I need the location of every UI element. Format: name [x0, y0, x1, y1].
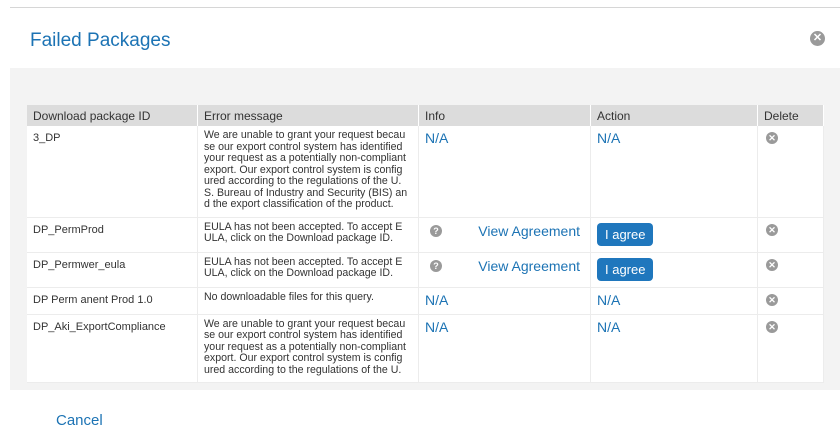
view-agreement-link[interactable]: View Agreement	[478, 258, 580, 274]
action-na: N/A	[597, 291, 621, 308]
col-header-error-message[interactable]: Error message	[198, 105, 419, 126]
package-id[interactable]: DP_Permwer_eula	[27, 252, 198, 288]
dialog-body: Download package ID Error message Info A…	[10, 68, 840, 390]
package-id[interactable]: DP_Aki_ExportCompliance	[27, 314, 198, 383]
package-id[interactable]: 3_DP	[27, 126, 198, 218]
action-na: N/A	[597, 318, 621, 335]
info-na: N/A	[425, 130, 449, 146]
i-agree-button[interactable]: I agree	[597, 222, 654, 246]
action-cell: N/A	[591, 314, 758, 383]
error-message: We are unable to grant your request beca…	[198, 314, 419, 383]
error-message: EULA has not been accepted. To accept E …	[198, 252, 419, 288]
failed-packages-table-wrap[interactable]: Download package ID Error message Info A…	[27, 105, 824, 390]
action-na: N/A	[597, 130, 621, 146]
table-header-row: Download package ID Error message Info A…	[27, 105, 824, 126]
info-cell: ? View Agreement	[419, 252, 591, 288]
i-agree-button[interactable]: I agree	[597, 257, 654, 281]
col-header-delete[interactable]: Delete	[758, 105, 824, 126]
table-row: DP_Permwer_eula EULA has not been accept…	[27, 252, 824, 288]
info-cell: N/A	[419, 314, 591, 383]
info-na: N/A	[425, 318, 449, 335]
question-icon[interactable]: ?	[430, 224, 442, 237]
col-header-package-id[interactable]: Download package ID	[27, 105, 198, 126]
table-row: DP Perm anent Prod 1.0 No downloadable f…	[27, 287, 824, 315]
action-cell: I agree	[591, 217, 758, 253]
delete-cell: ✕	[758, 126, 824, 218]
action-cell: N/A	[591, 287, 758, 315]
delete-cell: ✕	[758, 217, 824, 253]
delete-cell: ✕	[758, 287, 824, 315]
cancel-button[interactable]: Cancel	[56, 412, 103, 429]
dialog-top-border	[10, 7, 840, 8]
package-id[interactable]: DP Perm anent Prod 1.0	[27, 287, 198, 315]
dialog-title: Failed Packages	[30, 30, 171, 51]
info-cell: N/A	[419, 287, 591, 315]
info-cell: ? View Agreement	[419, 217, 591, 253]
action-cell: N/A	[591, 126, 758, 218]
error-message: No downloadable files for this query.	[198, 287, 419, 315]
package-id[interactable]: DP_PermProd	[27, 217, 198, 253]
delete-icon[interactable]: ✕	[766, 223, 778, 236]
info-cell: N/A	[419, 126, 591, 218]
delete-icon[interactable]: ✕	[766, 293, 778, 306]
delete-cell: ✕	[758, 252, 824, 288]
delete-cell: ✕	[758, 314, 824, 383]
delete-icon[interactable]: ✕	[766, 132, 778, 144]
error-message: We are unable to grant your request beca…	[198, 126, 419, 218]
action-cell: I agree	[591, 252, 758, 288]
close-icon[interactable]: ✕	[810, 31, 825, 46]
col-header-action[interactable]: Action	[591, 105, 758, 126]
info-na: N/A	[425, 291, 449, 308]
table-row: 3_DP We are unable to grant your request…	[27, 126, 824, 218]
table-row: DP_Aki_ExportCompliance We are unable to…	[27, 314, 824, 383]
view-agreement-link[interactable]: View Agreement	[478, 223, 580, 239]
error-message: EULA has not been accepted. To accept E …	[198, 217, 419, 253]
delete-icon[interactable]: ✕	[766, 320, 778, 333]
question-icon[interactable]: ?	[430, 259, 442, 272]
table-row: DP_PermProd EULA has not been accepted. …	[27, 217, 824, 253]
delete-icon[interactable]: ✕	[766, 258, 778, 271]
failed-packages-table: Download package ID Error message Info A…	[27, 105, 824, 383]
col-header-info[interactable]: Info	[419, 105, 591, 126]
